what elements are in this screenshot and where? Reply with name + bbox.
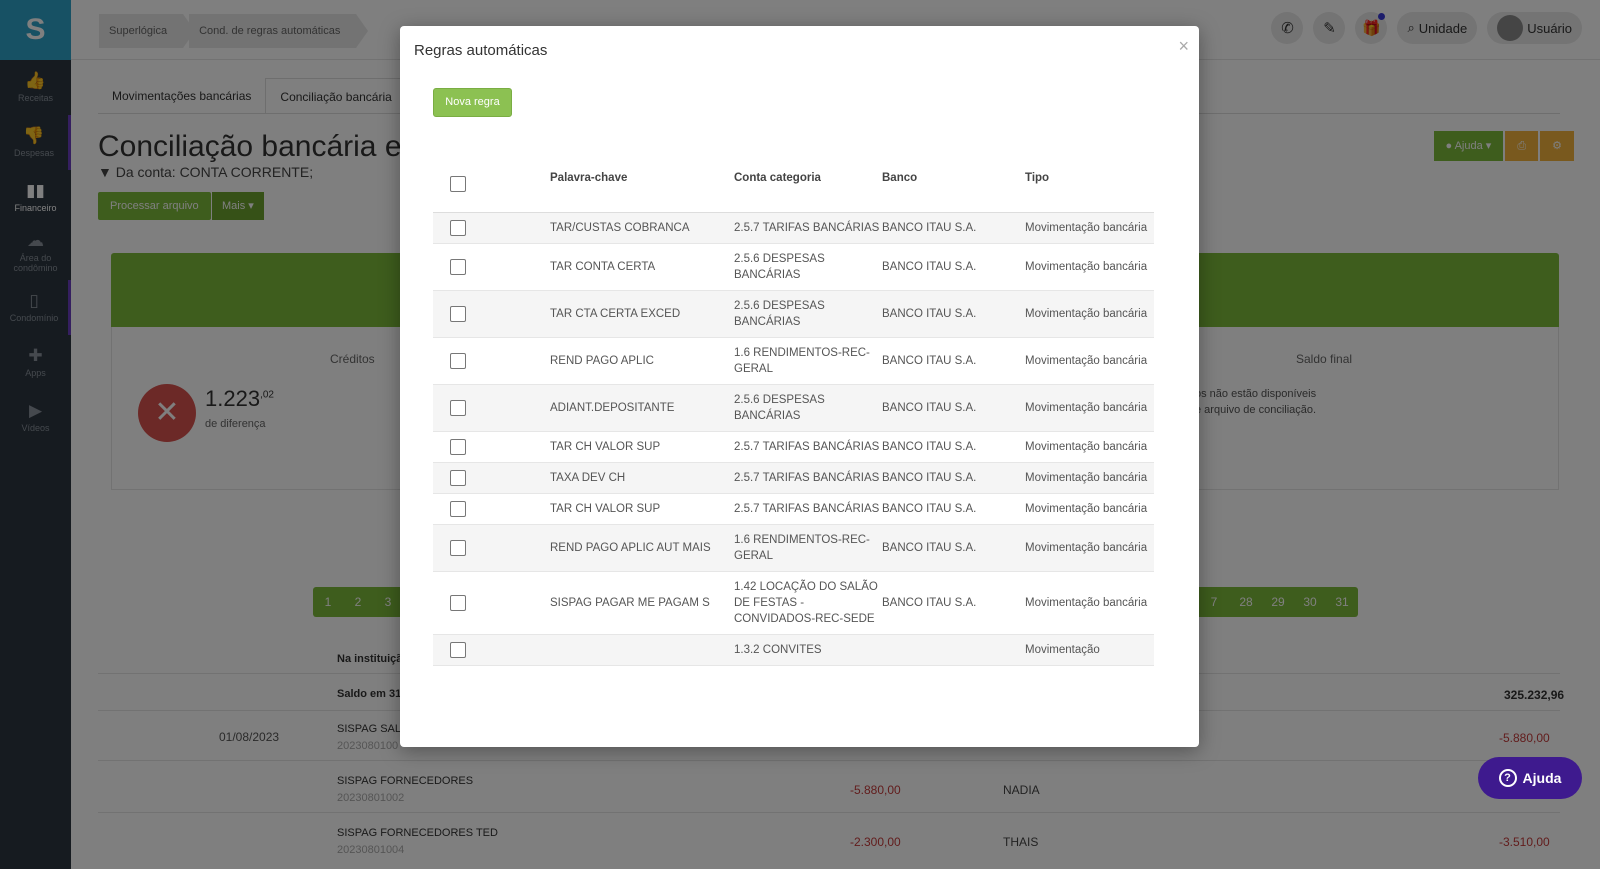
type-cell: Movimentação bancária <box>1025 524 1154 572</box>
row-checkbox[interactable] <box>450 641 466 658</box>
row-checkbox-cell <box>433 243 550 291</box>
keyword-cell: SISPAG PAGAR ME PAGAM S <box>550 571 734 635</box>
keyword-cell: TAR CONTA CERTA <box>550 243 734 291</box>
select-all-cell <box>433 144 550 213</box>
row-checkbox[interactable] <box>450 258 466 275</box>
select-all-checkbox[interactable] <box>450 175 466 192</box>
category-cell: 2.5.7 TARIFAS BANCÁRIAS <box>734 493 882 525</box>
category-cell: 2.5.6 DESPESAS BANCÁRIAS <box>734 290 882 338</box>
help-widget-label: Ajuda <box>1522 770 1562 786</box>
row-checkbox[interactable] <box>450 539 466 556</box>
table-row[interactable]: TAR CH VALOR SUP 2.5.7 TARIFAS BANCÁRIAS B… <box>433 431 1154 463</box>
table-row[interactable]: REND PAGO APLIC 1.6 RENDIMENTOS-REC-GERAL… <box>433 337 1154 385</box>
bank-cell: BANCO ITAU S.A. <box>882 243 1025 291</box>
row-checkbox-cell <box>433 337 550 385</box>
bank-cell: BANCO ITAU S.A. <box>882 462 1025 494</box>
type-cell: Movimentação bancária <box>1025 212 1154 244</box>
row-checkbox-cell <box>433 524 550 572</box>
type-cell: Movimentação bancária <box>1025 431 1154 463</box>
bank-cell: BANCO ITAU S.A. <box>882 212 1025 244</box>
table-row[interactable]: TAR CTA CERTA EXCED 2.5.6 DESPESAS BANCÁR… <box>433 290 1154 338</box>
rules-table: Palavra-chave Conta categoria Banco Tipo… <box>433 144 1154 666</box>
table-row[interactable]: ADIANT.DEPOSITANTE 2.5.6 DESPESAS BANCÁRI… <box>433 384 1154 432</box>
row-checkbox[interactable] <box>450 305 466 322</box>
type-cell: Movimentação bancária <box>1025 493 1154 525</box>
row-checkbox-cell <box>433 493 550 525</box>
type-cell: Movimentação bancária <box>1025 290 1154 338</box>
table-row[interactable]: TAR CH VALOR SUP 2.5.7 TARIFAS BANCÁRIAS B… <box>433 493 1154 525</box>
category-cell: 1.6 RENDIMENTOS-REC-GERAL <box>734 524 882 572</box>
row-checkbox[interactable] <box>450 594 466 611</box>
table-row[interactable]: TAXA DEV CH 2.5.7 TARIFAS BANCÁRIAS BANCO … <box>433 462 1154 494</box>
row-checkbox-cell <box>433 431 550 463</box>
row-checkbox[interactable] <box>450 352 466 369</box>
row-checkbox-cell <box>433 290 550 338</box>
keyword-cell: TAR CH VALOR SUP <box>550 493 734 525</box>
bank-cell: BANCO ITAU S.A. <box>882 493 1025 525</box>
category-cell: 2.5.7 TARIFAS BANCÁRIAS <box>734 431 882 463</box>
rules-table-body: TAR/CUSTAS COBRANCA 2.5.7 TARIFAS BANCÁRI… <box>433 212 1154 666</box>
nova-regra-button[interactable]: Nova regra <box>433 88 512 117</box>
keyword-cell <box>550 634 734 666</box>
keyword-cell: REND PAGO APLIC AUT MAIS <box>550 524 734 572</box>
bank-cell: BANCO ITAU S.A. <box>882 431 1025 463</box>
type-cell: Movimentação bancária <box>1025 462 1154 494</box>
keyword-cell: ADIANT.DEPOSITANTE <box>550 384 734 432</box>
bank-cell <box>882 634 1025 666</box>
type-cell: Movimentação bancária <box>1025 243 1154 291</box>
row-checkbox[interactable] <box>450 399 466 416</box>
row-checkbox[interactable] <box>450 219 466 236</box>
bank-cell: BANCO ITAU S.A. <box>882 571 1025 635</box>
category-cell: 1.6 RENDIMENTOS-REC-GERAL <box>734 337 882 385</box>
row-checkbox[interactable] <box>450 438 466 455</box>
col-header-type[interactable]: Tipo <box>1025 144 1154 213</box>
col-header-keyword[interactable]: Palavra-chave <box>550 144 734 213</box>
bank-cell: BANCO ITAU S.A. <box>882 524 1025 572</box>
table-row[interactable]: 1.3.2 CONVITES Movimentação <box>433 634 1154 666</box>
keyword-cell: TAR/CUSTAS COBRANCA <box>550 212 734 244</box>
modal-title: Regras automáticas <box>414 42 548 59</box>
bank-cell: BANCO ITAU S.A. <box>882 384 1025 432</box>
type-cell: Movimentação bancária <box>1025 571 1154 635</box>
category-cell: 1.42 LOCAÇÃO DO SALÃO DE FESTAS - CONVID… <box>734 571 882 635</box>
table-row[interactable]: REND PAGO APLIC AUT MAIS 1.6 RENDIMENTOS-… <box>433 524 1154 572</box>
keyword-cell: TAR CH VALOR SUP <box>550 431 734 463</box>
category-cell: 2.5.7 TARIFAS BANCÁRIAS <box>734 212 882 244</box>
rules-table-scroll[interactable]: Palavra-chave Conta categoria Banco Tipo… <box>433 144 1154 747</box>
table-row[interactable]: TAR CONTA CERTA 2.5.6 DESPESAS BANCÁRIAS B… <box>433 243 1154 291</box>
row-checkbox-cell <box>433 212 550 244</box>
row-checkbox[interactable] <box>450 500 466 517</box>
category-cell: 2.5.6 DESPESAS BANCÁRIAS <box>734 384 882 432</box>
row-checkbox[interactable] <box>450 469 466 486</box>
col-header-category[interactable]: Conta categoria <box>734 144 882 213</box>
table-row[interactable]: TAR/CUSTAS COBRANCA 2.5.7 TARIFAS BANCÁRI… <box>433 212 1154 244</box>
category-cell: 1.3.2 CONVITES <box>734 634 882 666</box>
type-cell: Movimentação bancária <box>1025 337 1154 385</box>
col-header-bank[interactable]: Banco <box>882 144 1025 213</box>
row-checkbox-cell <box>433 634 550 666</box>
bank-cell: BANCO ITAU S.A. <box>882 337 1025 385</box>
row-checkbox-cell <box>433 384 550 432</box>
table-row[interactable]: SISPAG PAGAR ME PAGAM S 1.42 LOCAÇÃO DO S… <box>433 571 1154 635</box>
row-checkbox-cell <box>433 571 550 635</box>
type-cell: Movimentação <box>1025 634 1154 666</box>
close-icon[interactable]: × <box>1178 36 1189 56</box>
keyword-cell: TAXA DEV CH <box>550 462 734 494</box>
keyword-cell: REND PAGO APLIC <box>550 337 734 385</box>
regras-automaticas-modal: Regras automáticas × Nova regra Palavra-… <box>400 26 1199 747</box>
keyword-cell: TAR CTA CERTA EXCED <box>550 290 734 338</box>
question-circle-icon: ? <box>1498 769 1517 787</box>
category-cell: 2.5.7 TARIFAS BANCÁRIAS <box>734 462 882 494</box>
table-header-row: Palavra-chave Conta categoria Banco Tipo <box>433 144 1154 213</box>
category-cell: 2.5.6 DESPESAS BANCÁRIAS <box>734 243 882 291</box>
type-cell: Movimentação bancária <box>1025 384 1154 432</box>
help-widget-button[interactable]: ? Ajuda <box>1478 757 1582 799</box>
bank-cell: BANCO ITAU S.A. <box>882 290 1025 338</box>
row-checkbox-cell <box>433 462 550 494</box>
